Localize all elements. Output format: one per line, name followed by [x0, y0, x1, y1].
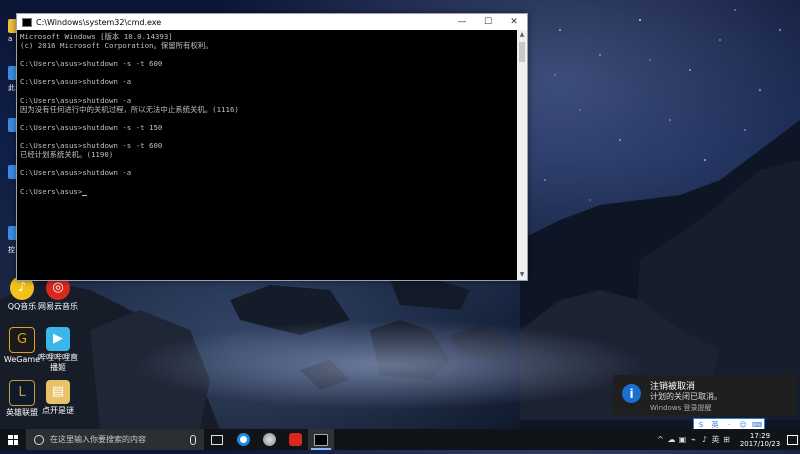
search-placeholder: 在这里输入你要搜索的内容: [50, 435, 146, 444]
toast-message: 计划的关闭已取消。: [650, 392, 722, 401]
info-icon: i: [622, 384, 641, 403]
ime-language-toggle[interactable]: 英: [708, 420, 722, 430]
cmd-icon: [314, 433, 328, 446]
desktop-icon-label: 点开是谜: [42, 406, 74, 415]
desktop-icon-partial-label-1: a: [8, 35, 13, 43]
desktop-icon-folder[interactable]: ▤ 点开是谜: [36, 380, 80, 416]
desktop-icon-partial-label-5: 控: [8, 246, 15, 254]
ime-keyboard-icon[interactable]: ⌨: [750, 421, 764, 429]
taskbar-app-netease[interactable]: [282, 429, 308, 450]
taskbar-app-browser[interactable]: [230, 429, 256, 450]
close-button[interactable]: ✕: [501, 14, 527, 30]
cmd-window[interactable]: C:\Windows\system32\cmd.exe — ☐ ✕ Micros…: [16, 13, 528, 281]
console-line: 已经计划系统关机。(1190): [20, 150, 114, 160]
scrollbar-thumb[interactable]: [519, 42, 525, 62]
console-line: 因为没有任何进行中的关机过程，所以无法中止系统关机。(1116): [20, 104, 239, 114]
wegame-icon: G: [9, 327, 35, 353]
taskbar-app-media[interactable]: [256, 429, 282, 450]
browser-icon: [236, 433, 250, 446]
console-line: C:\Users\asus>shutdown -a: [20, 77, 132, 87]
power-icon[interactable]: ⌁: [688, 435, 699, 444]
cmd-window-title: C:\Windows\system32\cmd.exe: [36, 17, 162, 27]
cmd-console-output[interactable]: Microsoft Windows [版本 10.0.14393] (c) 201…: [17, 30, 517, 280]
console-prompt-line[interactable]: C:\Users\asus>: [20, 187, 514, 196]
console-line: C:\Users\asus>shutdown -s -t 600: [20, 59, 163, 69]
console-line: C:\Users\asus>shutdown -s -t 150: [20, 122, 163, 132]
volume-icon[interactable]: ♪: [699, 435, 710, 444]
console-line: C:\Users\asus>shutdown -a: [20, 168, 132, 178]
clock-date: 2017/10/23: [739, 439, 781, 448]
console-line: Microsoft Windows [版本 10.0.14393]: [20, 32, 173, 41]
desktop-icon-label: 网易云音乐: [38, 302, 78, 311]
toast-source: Windows 登录提醒: [650, 404, 712, 412]
desktop-icon-label: 哔哩哔哩直播姬: [38, 353, 78, 372]
desktop-icon-bilibili-live[interactable]: ▶ 哔哩哔哩直播姬: [36, 327, 80, 373]
minimize-button[interactable]: —: [449, 14, 475, 30]
ime-logo-icon[interactable]: S: [694, 421, 708, 429]
wallpaper-mist: [130, 320, 650, 410]
start-button[interactable]: [0, 429, 26, 450]
console-line: (c) 2016 Microsoft Corporation。保留所有权利。: [20, 41, 213, 51]
system-tray: ^ ☁ ▣ ⌁ ♪ 英 ⊞ 17:29 2017/10/23: [655, 429, 800, 450]
notification-toast[interactable]: i 注销被取消 计划的关闭已取消。 Windows 登录提醒: [613, 375, 796, 415]
taskbar-clock[interactable]: 17:29 2017/10/23: [736, 432, 784, 448]
desktop-icon-partial-label-2: 此: [8, 84, 15, 92]
console-prompt: C:\Users\asus>: [20, 186, 83, 196]
netease-music-icon: [288, 433, 302, 446]
media-app-icon: [262, 433, 276, 446]
scroll-up-arrow-icon[interactable]: ▲: [517, 30, 527, 40]
cortana-icon: [34, 434, 44, 445]
console-line: C:\Users\asus>shutdown -a: [20, 95, 132, 105]
bilibili-live-icon: ▶: [46, 327, 70, 351]
microphone-icon[interactable]: [190, 435, 196, 445]
taskbar: 在这里输入你要搜索的内容 ^ ☁ ▣ ⌁ ♪ 英 ⊞ 17:29 2017/10…: [0, 429, 800, 450]
taskbar-app-cmd[interactable]: [308, 429, 334, 450]
folder-icon: ▤: [46, 380, 70, 404]
clock-time: 17:29: [749, 431, 771, 440]
show-hidden-icons-button[interactable]: ^: [655, 435, 666, 444]
desktop-icon-netease-music[interactable]: ◎ 网易云音乐: [36, 276, 80, 312]
notification-icon: [786, 434, 798, 445]
cmd-scrollbar[interactable]: ▲ ▼: [517, 30, 527, 280]
league-of-legends-icon: L: [9, 380, 35, 406]
taskbar-search-box[interactable]: 在这里输入你要搜索的内容: [26, 429, 204, 450]
cmd-titlebar[interactable]: C:\Windows\system32\cmd.exe — ☐ ✕: [17, 14, 527, 30]
app-tray-icon[interactable]: ▣: [677, 435, 688, 444]
text-cursor: [82, 194, 88, 196]
console-line: C:\Users\asus>shutdown -s -t 600: [20, 141, 163, 151]
maximize-button[interactable]: ☐: [475, 14, 501, 30]
task-view-button[interactable]: [204, 429, 230, 450]
input-language-indicator[interactable]: 英: [710, 434, 721, 445]
ime-emoji-icon[interactable]: ☺: [736, 421, 750, 429]
scroll-down-arrow-icon[interactable]: ▼: [517, 270, 527, 280]
task-view-icon: [211, 434, 223, 445]
action-center-button[interactable]: [784, 429, 800, 450]
cloud-icon[interactable]: ☁: [666, 435, 677, 444]
ime-mode-icon[interactable]: ⊞: [721, 435, 732, 444]
ime-punctuation-toggle[interactable]: ·: [722, 421, 736, 429]
cmd-app-icon[interactable]: [22, 17, 32, 27]
windows-logo-icon: [8, 434, 18, 445]
